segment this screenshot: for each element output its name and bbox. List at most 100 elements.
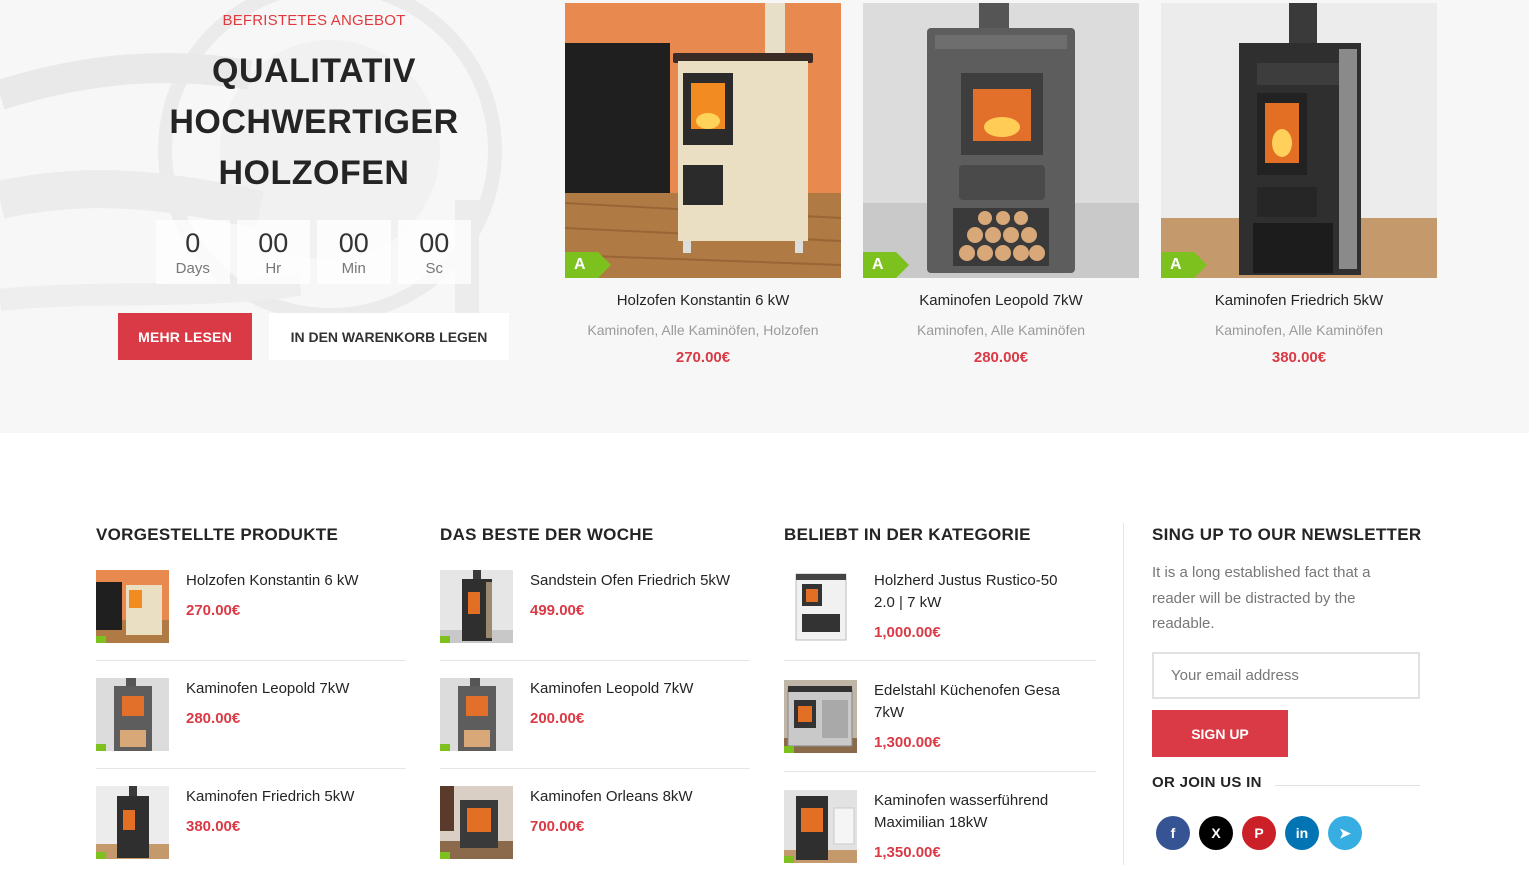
product-thumbnail[interactable] (440, 786, 513, 859)
stove-image (1161, 3, 1437, 278)
product-thumbnail[interactable] (96, 678, 169, 751)
item-name[interactable]: Edelstahl Küchenofen Gesa 7kW (874, 680, 1060, 724)
product-thumbnail[interactable] (440, 570, 513, 643)
list-item[interactable]: Kaminofen Friedrich 5kW 380.00€ (96, 786, 354, 859)
sign-up-button[interactable]: SIGN UP (1152, 710, 1288, 757)
list-item[interactable]: Kaminofen Leopold 7kW 200.00€ (440, 678, 693, 751)
item-name-line: Edelstahl Küchenofen Gesa (874, 682, 1060, 699)
item-price: 200.00€ (530, 710, 585, 727)
item-price: 499.00€ (530, 602, 585, 619)
divider (96, 660, 406, 661)
best-of-week-widget: DAS BESTE DER WOCHE Sandstein Ofen Fried… (440, 523, 750, 859)
stove-thumbnail (96, 570, 169, 643)
divider (784, 660, 1096, 661)
list-item[interactable]: Kaminofen wasserführend Maximilian 18kW … (784, 790, 1048, 864)
item-info: Edelstahl Küchenofen Gesa 7kW 1,300.00€ (874, 680, 1060, 754)
product-price: 270.00€ (675, 349, 731, 366)
list-item[interactable]: Kaminofen Orleans 8kW 700.00€ (440, 786, 693, 859)
product-thumbnail[interactable] (784, 680, 857, 753)
product-name[interactable]: Holzofen Konstantin 6 kW (565, 292, 841, 310)
stove-thumbnail (784, 790, 857, 863)
energy-badge (96, 744, 106, 751)
stove-thumbnail (784, 570, 857, 643)
item-info: Kaminofen Leopold 7kW 280.00€ (186, 678, 349, 751)
product-thumbnail[interactable] (784, 570, 857, 643)
stove-thumbnail (440, 786, 513, 859)
countdown-days: 0 Days (156, 220, 230, 284)
newsletter-description: It is a long established fact that a rea… (1152, 564, 1371, 632)
read-more-button[interactable]: MEHR LESEN (118, 313, 252, 360)
pinterest-icon[interactable]: P (1242, 816, 1276, 850)
facebook-icon[interactable]: f (1156, 816, 1190, 850)
add-to-cart-button[interactable]: IN DEN WARENKORB LEGEN (269, 313, 509, 360)
countdown-label: Min (341, 260, 366, 277)
countdown-minutes: 00 Min (317, 220, 391, 284)
offer-section: BEFRISTETES ANGEBOT QUALITATIV HOCHWERTI… (0, 0, 1529, 433)
product-card[interactable]: A Kaminofen Friedrich 5kW Kaminofen, All… (1161, 3, 1437, 367)
energy-badge (96, 852, 106, 859)
item-name[interactable]: Holzofen Konstantin 6 kW (186, 570, 359, 592)
offer-title-line: HOLZOFEN (218, 154, 410, 192)
newsletter-title: SING UP TO OUR NEWSLETTER (1152, 525, 1422, 544)
item-price: 280.00€ (186, 710, 241, 727)
widget-title: BELIEBT IN DER KATEGORIE (784, 525, 1031, 544)
item-info: Holzherd Justus Rustico-50 2.0 | 7 kW 1,… (874, 570, 1057, 644)
divider (440, 660, 750, 661)
product-categories[interactable]: Kaminofen, Alle Kaminöfen (1161, 321, 1437, 339)
countdown-value: 00 (419, 228, 450, 258)
list-item[interactable]: Holzherd Justus Rustico-50 2.0 | 7 kW 1,… (784, 570, 1057, 644)
email-field[interactable] (1152, 652, 1420, 699)
product-categories[interactable]: Kaminofen, Alle Kaminöfen (863, 321, 1139, 339)
item-name-line: Maximilian 18kW (874, 814, 988, 831)
product-name[interactable]: Kaminofen Friedrich 5kW (1161, 292, 1437, 310)
stove-thumbnail (96, 678, 169, 751)
list-item[interactable]: Sandstein Ofen Friedrich 5kW 499.00€ (440, 570, 730, 643)
energy-badge (440, 744, 450, 751)
countdown-seconds: 00 Sc (397, 220, 471, 284)
offer-title-line: HOCHWERTIGER (169, 103, 459, 141)
product-categories[interactable]: Kaminofen, Alle Kaminöfen, Holzofen (565, 321, 841, 339)
item-name[interactable]: Sandstein Ofen Friedrich 5kW (530, 570, 730, 592)
telegram-icon[interactable]: ➤ (1328, 816, 1362, 850)
list-item[interactable]: Holzofen Konstantin 6 kW 270.00€ (96, 570, 359, 643)
product-image[interactable]: A (1161, 3, 1437, 278)
product-card[interactable]: A Holzofen Konstantin 6 kW Kaminofen, Al… (565, 3, 841, 367)
stove-image (863, 3, 1139, 278)
item-name-line: Holzherd Justus Rustico-50 (874, 572, 1058, 589)
product-image[interactable]: A (565, 3, 841, 278)
item-name[interactable]: Kaminofen Orleans 8kW (530, 786, 693, 808)
stove-thumbnail (784, 680, 857, 753)
item-info: Holzofen Konstantin 6 kW 270.00€ (186, 570, 359, 643)
divider (784, 771, 1096, 772)
product-price: 280.00€ (973, 349, 1029, 366)
list-item[interactable]: Kaminofen Leopold 7kW 280.00€ (96, 678, 349, 751)
list-item[interactable]: Edelstahl Küchenofen Gesa 7kW 1,300.00€ (784, 680, 1060, 754)
linkedin-icon[interactable]: in (1285, 816, 1319, 850)
item-info: Kaminofen Friedrich 5kW 380.00€ (186, 786, 354, 859)
x-icon[interactable]: X (1199, 816, 1233, 850)
item-price: 380.00€ (186, 818, 241, 835)
widget-title: DAS BESTE DER WOCHE (440, 525, 654, 544)
featured-products-widget: VORGESTELLTE PRODUKTE Holzofen Konstanti… (96, 523, 406, 859)
item-info: Kaminofen Orleans 8kW 700.00€ (530, 786, 693, 859)
countdown-value: 00 (258, 228, 289, 258)
item-name[interactable]: Kaminofen wasserführend Maximilian 18kW (874, 790, 1048, 834)
item-name[interactable]: Kaminofen Leopold 7kW (530, 678, 693, 700)
product-thumbnail[interactable] (96, 570, 169, 643)
product-thumbnail[interactable] (440, 678, 513, 751)
countdown-label: Hr (265, 260, 282, 277)
product-card[interactable]: A Kaminofen Leopold 7kW Kaminofen, Alle … (863, 3, 1139, 367)
item-name[interactable]: Kaminofen Leopold 7kW (186, 678, 349, 700)
item-name[interactable]: Kaminofen Friedrich 5kW (186, 786, 354, 808)
product-thumbnail[interactable] (96, 786, 169, 859)
item-price: 700.00€ (530, 818, 585, 835)
countdown-label: Sc (425, 260, 443, 277)
column-divider (1123, 523, 1124, 865)
item-name[interactable]: Holzherd Justus Rustico-50 2.0 | 7 kW (874, 570, 1057, 614)
product-thumbnail[interactable] (784, 790, 857, 863)
offer-title: QUALITATIV HOCHWERTIGER HOLZOFEN (0, 46, 628, 199)
product-name[interactable]: Kaminofen Leopold 7kW (863, 292, 1139, 310)
social-links: f X P in ➤ (1156, 816, 1362, 850)
product-image[interactable]: A (863, 3, 1139, 278)
product-price: 380.00€ (1271, 349, 1327, 366)
